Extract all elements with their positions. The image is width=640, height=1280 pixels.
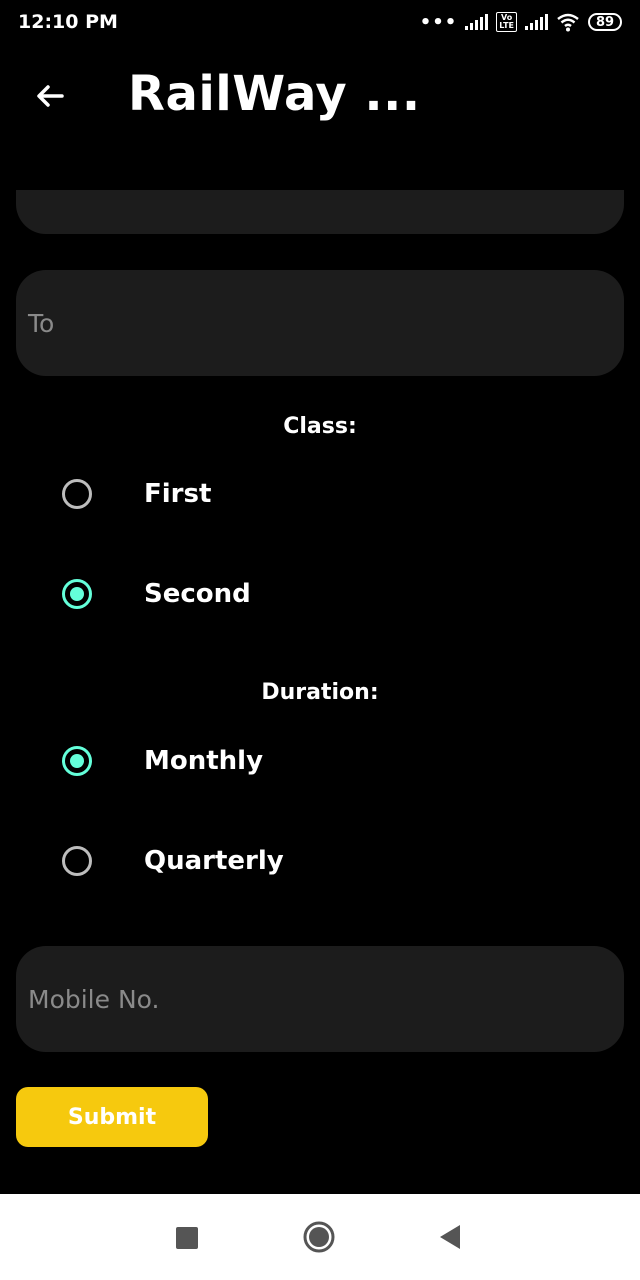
radio-duration-monthly-label: Monthly: [144, 746, 264, 776]
recents-square-icon[interactable]: [176, 1222, 198, 1252]
signal-icon: [465, 14, 489, 30]
volte-icon: Vo LTE: [496, 12, 517, 32]
radio-unchecked-icon[interactable]: [62, 846, 92, 876]
toolbar-shadow-mask: [0, 144, 640, 190]
radio-checked-icon[interactable]: [62, 746, 92, 776]
system-nav-bar: [0, 1194, 640, 1280]
radio-unchecked-icon[interactable]: [62, 479, 92, 509]
page-title: RailWay ...: [128, 66, 421, 122]
submit-button[interactable]: Submit: [16, 1087, 208, 1147]
radio-class-first[interactable]: First: [62, 474, 211, 514]
radio-class-first-label: First: [144, 479, 212, 509]
to-field-placeholder: To: [28, 308, 55, 338]
mobile-field-placeholder: Mobile No.: [28, 984, 160, 1014]
arrow-left-icon: [37, 85, 64, 107]
class-label: Class:: [283, 414, 357, 439]
signal-icon: [525, 14, 548, 30]
status-time: 12:10 PM: [18, 11, 118, 33]
more-dots-icon: •••: [419, 11, 458, 33]
wifi-icon: [557, 13, 579, 32]
battery-level: 89: [595, 14, 615, 30]
radio-checked-icon[interactable]: [62, 579, 92, 609]
radio-duration-quarterly[interactable]: Quarterly: [62, 841, 284, 881]
status-bar: 12:10 PM ••• Vo LTE 89: [0, 0, 640, 44]
home-circle-icon[interactable]: [302, 1220, 336, 1254]
radio-class-second[interactable]: Second: [62, 574, 251, 614]
duration-label: Duration:: [261, 680, 379, 705]
form-scroll-area[interactable]: To Class: First Second Duration: Monthly…: [0, 144, 640, 1194]
status-icons: ••• Vo LTE 89: [420, 12, 622, 33]
back-button[interactable]: [26, 72, 74, 120]
battery-icon: 89: [588, 13, 622, 31]
radio-duration-monthly[interactable]: Monthly: [62, 741, 263, 781]
mobile-field[interactable]: Mobile No.: [16, 946, 624, 1052]
toolbar: RailWay ...: [0, 44, 640, 144]
back-triangle-icon[interactable]: [438, 1224, 462, 1250]
radio-duration-quarterly-label: Quarterly: [144, 846, 284, 876]
radio-class-second-label: Second: [144, 579, 251, 609]
to-field[interactable]: To: [16, 270, 624, 376]
